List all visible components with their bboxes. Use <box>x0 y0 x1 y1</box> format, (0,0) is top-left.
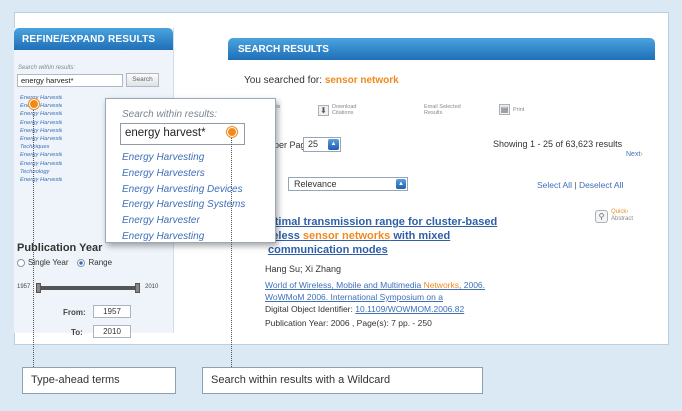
typeahead-item[interactable]: Energy Harvesting <box>20 127 62 135</box>
radio-range-label: Range <box>88 258 113 267</box>
typeahead-item[interactable]: Energy Harvesting <box>20 151 62 159</box>
download-citations-tool[interactable]: ⬇ Download Citations <box>318 104 356 116</box>
callout-typeahead-terms: Type-ahead terms <box>22 367 176 394</box>
slider-max-label: 2010 <box>145 284 159 290</box>
typeahead-item[interactable]: Techniques <box>20 143 62 151</box>
print-tool[interactable]: ▤ Print <box>499 104 524 115</box>
search-within-button[interactable]: Search <box>126 73 159 87</box>
callout-wildcard: Search within results with a Wildcard <box>202 367 483 394</box>
typeahead-item[interactable]: Energy Harvesters <box>20 102 62 110</box>
chevron-down-icon: ▲ <box>328 139 339 150</box>
zoom-typeahead-item[interactable]: Energy Harvesting <box>122 150 245 166</box>
sort-value: Relevance <box>294 179 337 189</box>
magnifier-icon: ⚲ <box>595 209 608 223</box>
slider-handle-max[interactable] <box>135 283 140 293</box>
zoom-typeahead-item[interactable]: Energy Harvesting Devices <box>122 182 245 198</box>
search-results-header: SEARCH RESULTS <box>228 38 655 60</box>
select-links: Select All | Deselect All <box>537 180 624 190</box>
zoom-search-input[interactable]: energy harvest* <box>120 123 245 145</box>
print-icon: ▤ <box>499 104 510 115</box>
searched-prefix: You searched for: <box>244 75 323 86</box>
sort-select[interactable]: Relevance ▲ <box>288 177 408 191</box>
zoom-typeahead-item[interactable]: Energy Harvester <box>122 213 245 229</box>
publication-year-title: Publication Year <box>17 242 103 254</box>
searched-term: sensor network <box>324 75 399 86</box>
callout-line-typeahead <box>33 110 34 367</box>
zoom-search-label: Search within results: <box>122 109 218 120</box>
refine-panel-header: REFINE/EXPAND RESULTS <box>14 28 173 50</box>
typeahead-item[interactable]: Energy Harvesting <box>20 135 62 143</box>
search-within-label: Search within results: <box>18 65 76 71</box>
deselect-all-link[interactable]: Deselect All <box>579 180 623 190</box>
year-range-slider[interactable] <box>36 283 140 293</box>
download-icon: ⬇ <box>318 104 329 116</box>
to-year-input[interactable]: 2010 <box>93 325 131 338</box>
result-publication-link[interactable]: World of Wireless, Mobile and Multimedia… <box>265 279 595 303</box>
radio-range[interactable] <box>77 258 86 267</box>
zoom-typeahead-list: Energy Harvesting Energy Harvesters Ener… <box>122 150 245 245</box>
typeahead-list-small: Energy Harvesting Energy Harvesters Ener… <box>20 94 62 184</box>
email-selected-icon <box>410 105 421 116</box>
to-label: To: <box>71 328 83 337</box>
typeahead-item[interactable]: Energy Harvesting <box>20 110 62 118</box>
chevron-down-icon: ▲ <box>396 179 406 189</box>
search-within-input[interactable]: energy harvest* <box>17 74 123 87</box>
year-radio-group: Single Year Range <box>17 258 112 267</box>
typeahead-item[interactable]: Energy Harvesting <box>20 94 62 102</box>
next-page-link[interactable]: Next› <box>626 151 643 158</box>
from-year-input[interactable]: 1957 <box>93 305 131 318</box>
typeahead-item[interactable]: Energy Harvesting <box>20 160 62 168</box>
typeahead-item[interactable]: Energy Harvesting <box>20 119 62 127</box>
radio-single-year[interactable] <box>17 258 25 267</box>
callout-marker-wildcard <box>227 127 237 137</box>
callout-marker-typeahead <box>29 99 39 109</box>
typeahead-item[interactable]: Technology <box>20 168 62 176</box>
callout-line-wildcard <box>231 138 232 367</box>
zoom-typeahead-item[interactable]: Energy Harvesters <box>122 166 245 182</box>
doi-link[interactable]: 10.1109/WOWMOM.2006.82 <box>355 304 464 314</box>
radio-single-year-label: Single Year <box>28 258 69 267</box>
quick-abstract-button[interactable]: ⚲ Quick› Abstract <box>595 209 633 223</box>
from-label: From: <box>63 308 86 317</box>
per-page-select[interactable]: 25 ▲ <box>303 137 341 152</box>
slider-handle-min[interactable] <box>36 283 41 293</box>
zoom-magnifier-popup: Search within results: energy harvest* E… <box>105 98 276 243</box>
email-selected-tool[interactable]: Email Selected Results <box>410 104 461 116</box>
result-doi: Digital Object Identifier: 10.1109/WOWMO… <box>265 304 465 314</box>
per-page-value: 25 <box>308 139 319 149</box>
results-count: Showing 1 - 25 of 63,623 results <box>493 139 623 149</box>
typeahead-item[interactable]: Energy Harvesting <box>20 176 62 184</box>
select-all-link[interactable]: Select All <box>537 180 572 190</box>
zoom-typeahead-item[interactable]: Energy Harvesting Systems <box>122 197 245 213</box>
zoom-typeahead-item[interactable]: Energy Harvesting <box>122 229 245 245</box>
result-publication-year: Publication Year: 2006 , Page(s): 7 pp. … <box>265 318 432 328</box>
result-authors[interactable]: Hang Su; Xi Zhang <box>265 264 341 274</box>
result-title-link[interactable]: ptimal transmission range for cluster-ba… <box>268 215 578 257</box>
searched-for: You searched for: sensor network <box>244 75 399 86</box>
chevron-right-icon: › <box>640 151 643 158</box>
slider-min-label: 1957 <box>17 284 31 290</box>
